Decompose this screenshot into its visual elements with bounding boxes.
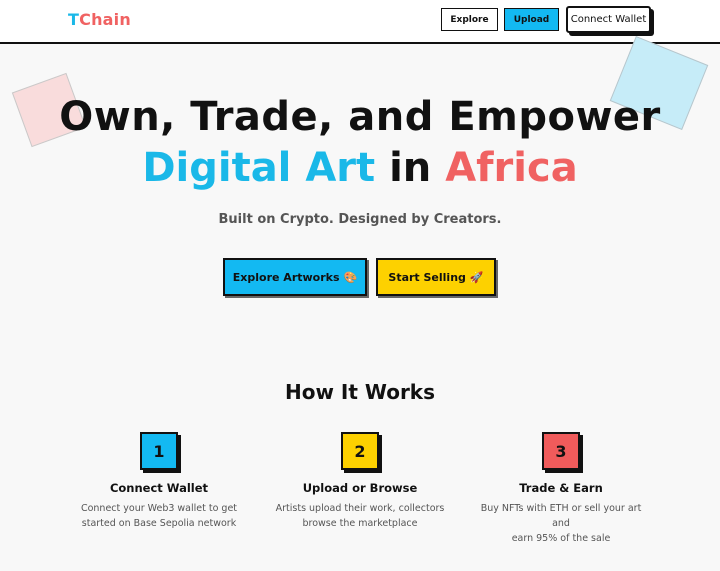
start-selling-label: Start Selling <box>388 270 466 284</box>
nav-explore-button[interactable]: Explore <box>441 8 498 31</box>
step-description-line: browse the marketplace <box>302 518 418 529</box>
step-description: Artists upload their work, collectors br… <box>270 501 450 531</box>
step-description: Connect your Web3 wallet to get started … <box>69 501 249 531</box>
step-title: Connect Wallet <box>109 481 209 495</box>
hero-digital-art-text: Digital Art <box>142 145 376 191</box>
logo-text: Chain <box>79 10 131 29</box>
step-number-badge: 2 <box>341 432 379 470</box>
logo[interactable]: TChain <box>68 10 131 29</box>
nav-upload-button[interactable]: Upload <box>504 8 559 31</box>
hero-africa-text: Africa <box>445 145 578 191</box>
step-upload-or-browse: 2 Upload or Browse Artists upload their … <box>270 432 450 531</box>
step-description-line: Artists upload their work, collectors <box>275 503 445 514</box>
palette-icon: 🎨 <box>343 270 358 284</box>
step-description-line: Connect your Web3 wallet to get <box>80 503 238 514</box>
hero-headline: Own, Trade, and Empower <box>59 94 661 140</box>
hero-in-text: in <box>389 145 432 191</box>
explore-artworks-label: Explore Artworks <box>232 270 340 284</box>
step-number-badge: 3 <box>542 432 580 470</box>
step-description-line: earn 95% of the sale <box>511 533 611 544</box>
step-description: Buy NFTs with ETH or sell your art and e… <box>471 501 651 546</box>
step-number-badge: 1 <box>140 432 178 470</box>
step-connect-wallet: 1 Connect Wallet Connect your Web3 walle… <box>69 432 249 531</box>
rocket-icon: 🚀 <box>469 270 484 284</box>
start-selling-button[interactable]: Start Selling 🚀 <box>376 258 496 296</box>
step-description-line: Buy NFTs with ETH or sell your art and <box>480 503 642 529</box>
step-description-line: started on Base Sepolia network <box>81 518 237 529</box>
connect-wallet-button[interactable]: Connect Wallet <box>566 6 651 33</box>
explore-artworks-button[interactable]: Explore Artworks 🎨 <box>223 258 367 296</box>
hero-tagline: Built on Crypto. Designed by Creators. <box>218 212 502 227</box>
step-title: Trade & Earn <box>519 481 603 495</box>
step-trade-and-earn: 3 Trade & Earn Buy NFTs with ETH or sell… <box>471 432 651 546</box>
logo-letter-t: T <box>68 10 80 29</box>
hero-subheadline: Digital Art in Africa <box>0 145 720 191</box>
top-navbar: TChain Explore Upload Connect Wallet <box>0 0 720 44</box>
step-title: Upload or Browse <box>302 481 418 495</box>
how-it-works-title: How It Works <box>284 380 436 404</box>
